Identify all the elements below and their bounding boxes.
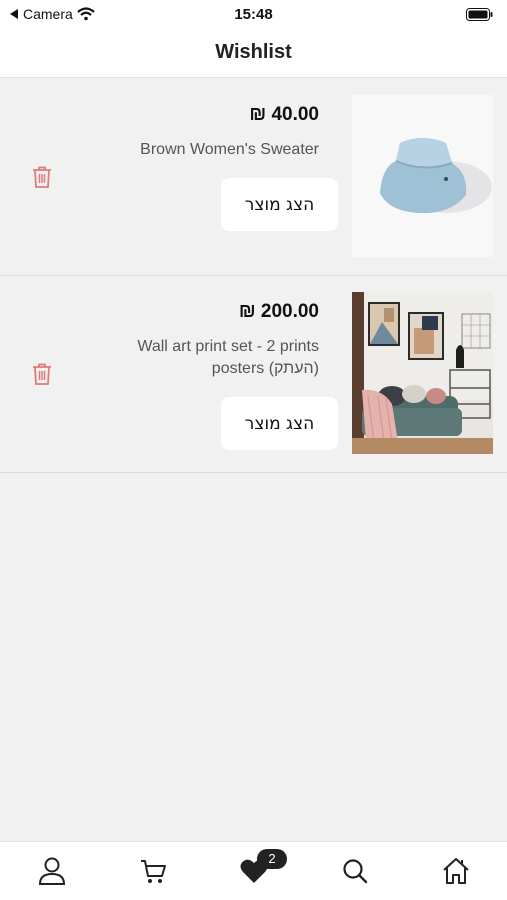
item-name: Wall art print set - 2 prints posters (ה… (137, 338, 319, 377)
product-image[interactable] (352, 95, 493, 257)
profile-icon (38, 857, 66, 885)
wishlist-list: ₪ 40.00 Brown Women's Sweater הצג מוצר ₪… (0, 79, 507, 473)
view-product-button[interactable]: הצג מוצר (221, 397, 338, 450)
home-icon (443, 858, 469, 884)
trash-icon[interactable] (31, 362, 53, 386)
battery-icon (466, 7, 493, 21)
wishlist-item: ₪ 200.00 Wall art print set - 2 prints p… (0, 276, 507, 473)
wishlist-item: ₪ 40.00 Brown Women's Sweater הצג מוצר (0, 79, 507, 276)
trash-icon[interactable] (31, 165, 53, 189)
page-title: Wishlist (215, 41, 292, 63)
tab-search[interactable] (340, 856, 370, 886)
cart-icon (141, 860, 166, 883)
item-name: Brown Women's Sweater (140, 141, 319, 158)
view-product-button[interactable]: הצג מוצר (221, 178, 338, 231)
back-app-label: Camera (23, 6, 73, 22)
item-price: ₪ 200.00 (238, 301, 319, 322)
search-icon (343, 859, 368, 884)
back-to-app[interactable]: Camera (10, 6, 95, 22)
product-image[interactable] (352, 292, 493, 454)
wifi-icon (77, 7, 95, 21)
tab-home[interactable] (441, 856, 471, 886)
header: Wishlist (0, 28, 507, 78)
item-price: ₪ 40.00 (249, 104, 319, 125)
tab-cart[interactable] (138, 856, 168, 886)
wall-art-room-image (352, 292, 493, 454)
back-arrow-icon (10, 9, 18, 19)
tab-bar: 2 (0, 841, 507, 900)
tab-profile[interactable] (37, 856, 67, 886)
status-bar: Camera 15:48 (0, 0, 507, 28)
wishlist-count-badge: 2 (257, 849, 287, 869)
bucket-hat-image (352, 95, 493, 257)
